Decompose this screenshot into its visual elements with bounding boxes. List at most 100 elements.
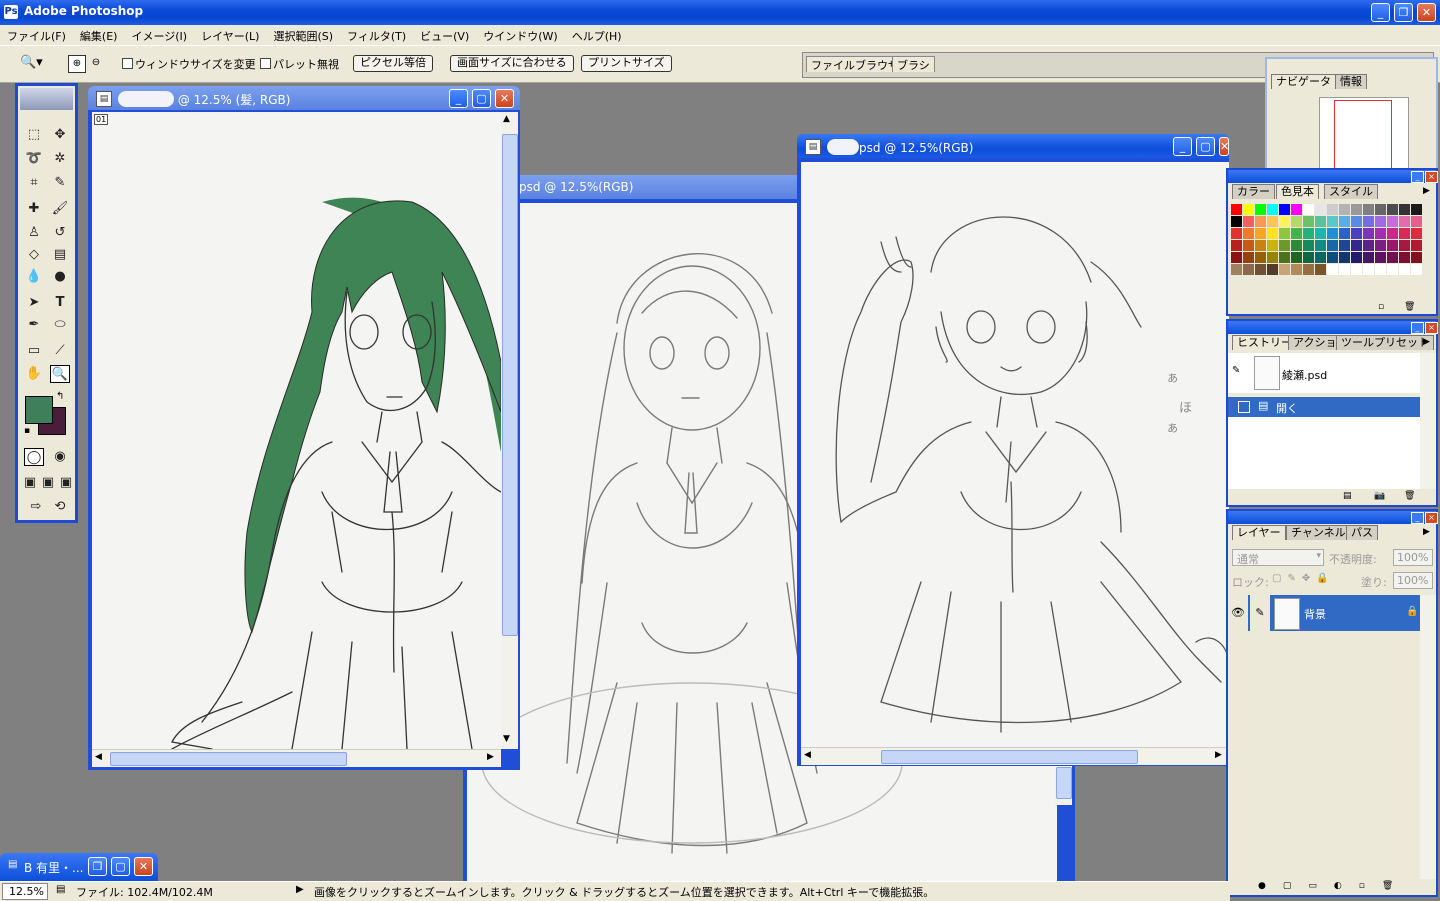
- restore-button[interactable]: ❐: [1394, 3, 1413, 22]
- trash-icon[interactable]: 🗑: [1404, 302, 1415, 312]
- scroll-left-icon[interactable]: ◀: [95, 752, 102, 762]
- swatch-chip[interactable]: [1399, 228, 1410, 239]
- new-document-from-state-icon[interactable]: ▤: [1343, 491, 1352, 501]
- path-select-icon[interactable]: ➤: [24, 294, 44, 312]
- document-title-bar[interactable]: ▤ psd @ 12.5%(RGB) _ ▢ ✕: [797, 134, 1229, 158]
- swatch-chip[interactable]: [1327, 264, 1338, 275]
- zoom-tool-preset-icon[interactable]: 🔍▾: [20, 55, 43, 70]
- swatch-chip[interactable]: [1363, 216, 1374, 227]
- swatch-chip[interactable]: [1279, 216, 1290, 227]
- swatch-chip[interactable]: [1411, 240, 1422, 251]
- tab-swatches[interactable]: 色見本: [1276, 184, 1319, 199]
- doc-close-button[interactable]: ✕: [1219, 137, 1229, 156]
- swatch-chip[interactable]: [1399, 204, 1410, 215]
- palette-title-bar[interactable]: [1228, 511, 1436, 524]
- swatch-chip[interactable]: [1243, 204, 1254, 215]
- crop-tool-icon[interactable]: ⌗: [24, 174, 44, 192]
- swatch-chip[interactable]: [1291, 216, 1302, 227]
- swatch-chip[interactable]: [1255, 204, 1266, 215]
- history-state-row[interactable]: ▤ 開く: [1228, 397, 1420, 417]
- scroll-thumb[interactable]: [502, 134, 518, 636]
- type-tool-icon[interactable]: T: [50, 294, 70, 312]
- default-colors-icon[interactable]: ▪: [24, 426, 30, 436]
- swatch-chip[interactable]: [1339, 240, 1350, 251]
- swatch-chip[interactable]: [1303, 204, 1314, 215]
- swatch-chip[interactable]: [1351, 228, 1362, 239]
- minimize-button[interactable]: _: [1371, 3, 1390, 22]
- swatch-chip[interactable]: [1279, 252, 1290, 263]
- swatch-chip[interactable]: [1339, 252, 1350, 263]
- tab-channels[interactable]: チャンネル: [1286, 525, 1351, 540]
- zoom-in-icon[interactable]: ⊕: [68, 55, 86, 73]
- gradient-tool-icon[interactable]: ▤: [50, 246, 70, 264]
- swatch-chip[interactable]: [1267, 264, 1278, 275]
- swatch-chip[interactable]: [1339, 216, 1350, 227]
- trash-icon[interactable]: 🗑: [1404, 491, 1415, 501]
- layer-actions-icons[interactable]: ●▢▭◐▫🗑: [1258, 881, 1410, 891]
- swatch-chip[interactable]: [1231, 252, 1242, 263]
- swatch-chip[interactable]: [1255, 264, 1266, 275]
- close-button[interactable]: ✕: [1417, 3, 1436, 22]
- zoom-tool-icon[interactable]: 🔍: [50, 365, 70, 383]
- swatch-chip[interactable]: [1243, 228, 1254, 239]
- swatch-chip[interactable]: [1387, 252, 1398, 263]
- palette-close-button[interactable]: ×: [1425, 512, 1438, 524]
- ignore-palettes-checkbox[interactable]: パレット無視: [260, 56, 339, 72]
- swatch-chip[interactable]: [1303, 240, 1314, 251]
- swatch-chip[interactable]: [1279, 264, 1290, 275]
- swatch-chip[interactable]: [1267, 216, 1278, 227]
- print-size-button[interactable]: プリントサイズ: [581, 55, 672, 72]
- palette-title-bar[interactable]: [1228, 170, 1436, 183]
- swatch-chip[interactable]: [1351, 240, 1362, 251]
- swatch-chip[interactable]: [1375, 252, 1386, 263]
- tab-brushes[interactable]: ブラシ: [892, 56, 935, 72]
- swatch-chip[interactable]: [1387, 228, 1398, 239]
- swatch-chip[interactable]: [1363, 240, 1374, 251]
- blur-tool-icon[interactable]: 💧: [24, 268, 44, 286]
- doc-maximize-button[interactable]: ▢: [1196, 137, 1215, 156]
- imageready-icon[interactable]: ⟲: [50, 498, 70, 516]
- menu-file[interactable]: ファイル(F): [0, 25, 73, 44]
- standard-mode-icon[interactable]: ◯: [24, 448, 44, 466]
- vertical-scrollbar[interactable]: [1420, 595, 1436, 879]
- swatch-chip[interactable]: [1351, 264, 1362, 275]
- healing-brush-icon[interactable]: ✚: [24, 200, 44, 218]
- navigator-thumbnail[interactable]: [1319, 97, 1409, 172]
- swatch-chip[interactable]: [1375, 240, 1386, 251]
- swatch-chip[interactable]: [1411, 216, 1422, 227]
- swatch-chip[interactable]: [1291, 252, 1302, 263]
- swatch-chip[interactable]: [1351, 252, 1362, 263]
- swatch-chip[interactable]: [1315, 264, 1326, 275]
- swatch-chip[interactable]: [1279, 204, 1290, 215]
- swatch-chip[interactable]: [1315, 252, 1326, 263]
- navigator-view-box[interactable]: [1334, 100, 1392, 172]
- swatch-chip[interactable]: [1255, 228, 1266, 239]
- notes-tool-icon[interactable]: ▭: [24, 342, 44, 360]
- swatch-chip[interactable]: [1363, 228, 1374, 239]
- shape-tool-icon[interactable]: ⬭: [50, 316, 70, 334]
- tab-styles[interactable]: スタイル: [1324, 184, 1378, 199]
- swatch-chip[interactable]: [1255, 216, 1266, 227]
- swatch-chip[interactable]: [1327, 204, 1338, 215]
- scroll-right-icon[interactable]: ▶: [1215, 750, 1222, 760]
- doc-close-button[interactable]: ✕: [495, 89, 514, 108]
- swatch-chip[interactable]: [1315, 240, 1326, 251]
- document-title-bar[interactable]: ▤ @ 12.5% (髪, RGB) _ ▢ ✕: [88, 86, 520, 110]
- swatch-chip[interactable]: [1363, 204, 1374, 215]
- scroll-thumb[interactable]: [110, 752, 347, 766]
- document-canvas-right[interactable]: ぁ ほ ぁ: [801, 162, 1229, 747]
- doc-minimize-button[interactable]: _: [1173, 137, 1192, 156]
- horizontal-scrollbar[interactable]: ◀ ▶: [801, 747, 1229, 765]
- swatch-chip[interactable]: [1339, 264, 1350, 275]
- swatch-chip[interactable]: [1267, 252, 1278, 263]
- swatch-chip[interactable]: [1375, 264, 1386, 275]
- screen-mode-full-menu-icon[interactable]: ▣: [38, 474, 58, 492]
- document-canvas-left[interactable]: 01: [92, 112, 501, 749]
- swap-colors-icon[interactable]: ↰: [56, 391, 64, 402]
- palette-minimize-button[interactable]: _: [1411, 322, 1424, 334]
- swatch-chip[interactable]: [1411, 252, 1422, 263]
- palette-minimize-button[interactable]: _: [1411, 512, 1424, 524]
- minimized-document-window[interactable]: ▤ B 有里・... ❐ ▢ ✕: [0, 853, 158, 881]
- palette-close-button[interactable]: ×: [1425, 322, 1438, 334]
- swatch-chip[interactable]: [1291, 228, 1302, 239]
